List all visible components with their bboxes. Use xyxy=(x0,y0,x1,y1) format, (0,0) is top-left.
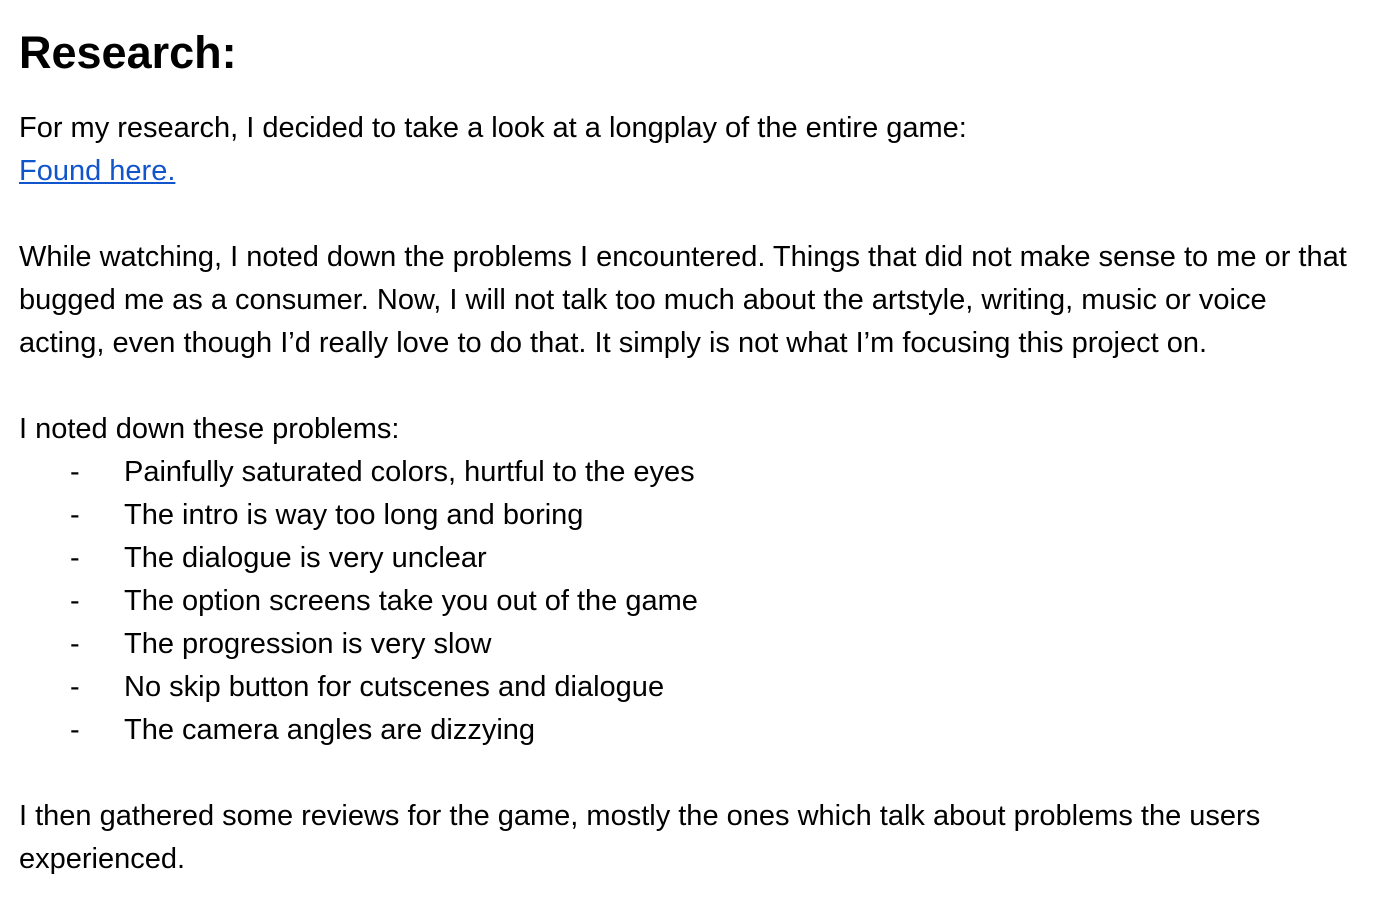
list-item-text: No skip button for cutscenes and dialogu… xyxy=(124,671,665,703)
bullet-dash: - xyxy=(70,671,80,703)
list-item: - The camera angles are dizzying xyxy=(19,709,1393,752)
problems-list: - Painfully saturated colors, hurtful to … xyxy=(19,451,1393,752)
problems-lead: I noted down these problems: xyxy=(19,413,400,445)
list-item-text: Painfully saturated colors, hurtful to t… xyxy=(124,456,695,488)
page-title: Research: xyxy=(19,27,237,78)
bullet-dash: - xyxy=(70,542,80,574)
bullet-dash: - xyxy=(70,456,80,488)
intro-paragraph: For my research, I decided to take a loo… xyxy=(19,107,1359,193)
list-item: - The progression is very slow xyxy=(19,623,1393,666)
list-item-text: The dialogue is very unclear xyxy=(124,542,487,574)
watching-paragraph: While watching, I noted down the problem… xyxy=(19,241,1347,359)
longplay-link[interactable]: Found here. xyxy=(19,155,175,187)
bullet-dash: - xyxy=(70,499,80,531)
list-item: - The intro is way too long and boring xyxy=(19,494,1393,537)
list-item-text: The camera angles are dizzying xyxy=(124,714,536,746)
list-item: - The dialogue is very unclear xyxy=(19,537,1393,580)
bullet-dash: - xyxy=(70,628,80,660)
list-item-text: The progression is very slow xyxy=(124,628,492,660)
list-item: - No skip button for cutscenes and dialog… xyxy=(19,666,1393,709)
list-item-text: The intro is way too long and boring xyxy=(124,499,584,531)
list-item: - The option screens take you out of the … xyxy=(19,580,1393,623)
intro-sentence: For my research, I decided to take a loo… xyxy=(19,112,967,144)
bullet-dash: - xyxy=(70,714,80,746)
bullet-dash: - xyxy=(70,585,80,617)
document-page: Research: For my research, I decided to … xyxy=(0,0,1393,912)
reviews-paragraph: I then gathered some reviews for the gam… xyxy=(19,800,1261,875)
list-item-text: The option screens take you out of the g… xyxy=(124,585,698,617)
list-item: - Painfully saturated colors, hurtful to … xyxy=(19,451,1393,494)
